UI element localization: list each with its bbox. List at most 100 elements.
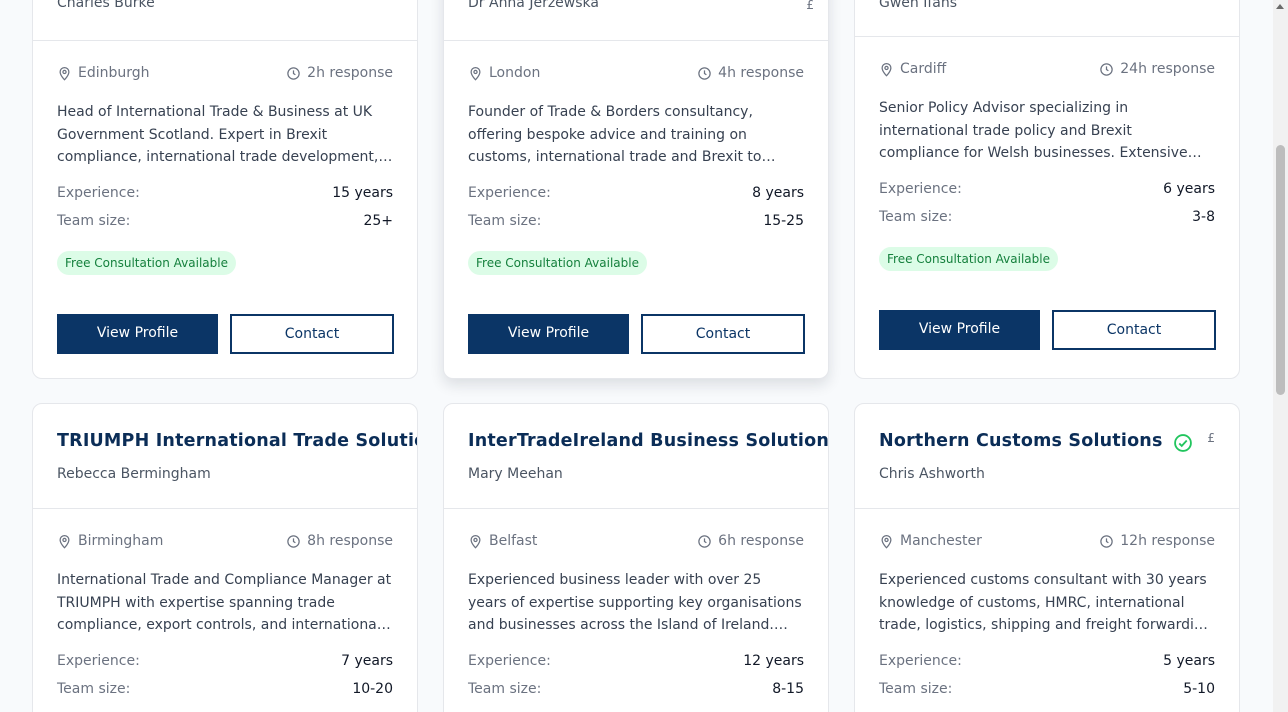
experience-label: Experience: [879,653,962,669]
consultant-card: InterTradeIreland Business Solutions Mar… [443,403,829,712]
contact-button[interactable]: Contact [230,314,394,354]
experience-label: Experience: [57,185,140,201]
company-title[interactable]: InterTradeIreland Business Solutions [468,431,828,451]
contact-button[interactable]: Contact [1052,310,1216,350]
contact-name: Chris Ashworth [879,466,985,482]
experience-row: Experience: 15 years [57,185,393,205]
map-pin-icon [59,534,70,549]
location: London [468,65,540,81]
contact-name: Rebecca Bermingham [57,466,211,482]
card-meta: Birmingham 8h response [57,533,393,553]
experience-row: Experience: 6 years [879,181,1215,201]
scroll-up-arrow-icon[interactable] [1276,4,1284,9]
price-indicator: £ [806,0,814,12]
location-text: Birmingham [78,533,164,549]
contact-name: Gwen Ifans [879,0,958,11]
team-size-label: Team size: [468,213,542,229]
experience-row: Experience: 12 years [468,653,804,673]
contact-name: Charles Burke [57,0,155,11]
experience-label: Experience: [468,185,551,201]
experience-value: 5 years [1163,653,1215,669]
view-profile-button[interactable]: View Profile [57,314,218,354]
location: Cardiff [879,61,946,77]
experience-value: 7 years [341,653,393,669]
contact-name: Mary Meehan [468,466,563,482]
response-text: 4h response [718,65,804,81]
map-pin-icon [470,534,481,549]
card-header: Dr Anna Jerzewska £ [444,0,828,41]
clock-icon [287,66,300,80]
card-meta: Manchester 12h response [879,533,1215,553]
response-text: 12h response [1120,533,1215,549]
card-meta: London 4h response [468,65,804,85]
consultant-card: Gwen Ifans Cardiff 24h response Senior P… [854,0,1240,379]
response-text: 24h response [1120,61,1215,77]
team-size-value: 5-10 [1183,681,1215,697]
experience-row: Experience: 7 years [57,653,393,673]
card-meta: Belfast 6h response [468,533,804,553]
consultant-card: Dr Anna Jerzewska £ London 4h response F… [443,0,829,379]
response-text: 8h response [307,533,393,549]
experience-value: 6 years [1163,181,1215,197]
response-text: 6h response [718,533,804,549]
contact-name: Dr Anna Jerzewska [468,0,599,11]
clock-icon [287,534,300,548]
response-time: 12h response [1099,533,1215,549]
experience-row: Experience: 5 years [879,653,1215,673]
team-size-label: Team size: [57,681,131,697]
card-description: Head of International Trade & Business a… [57,104,379,165]
location: Manchester [879,533,982,549]
team-size-row: Team size: 3-8 [879,209,1215,229]
consultant-card: Charles Burke Edinburgh 2h response Head… [32,0,418,379]
response-text: 2h response [307,65,393,81]
card-description: Experienced business leader with over 25… [468,572,802,633]
check-circle-icon [1174,434,1192,452]
location: Birmingham [57,533,163,549]
map-pin-icon [59,66,70,81]
map-pin-icon [881,62,892,77]
free-consultation-badge: Free Consultation Available [468,251,647,275]
team-size-label: Team size: [879,681,953,697]
company-title[interactable]: Northern Customs Solutions [879,431,1163,451]
clock-icon [698,66,711,80]
team-size-label: Team size: [879,209,953,225]
location-text: Edinburgh [78,65,150,81]
free-consultation-badge: Free Consultation Available [879,247,1058,271]
response-time: 6h response [697,533,804,549]
card-header: TRIUMPH International Trade Solutions Re… [33,404,417,509]
experience-label: Experience: [879,181,962,197]
experience-row: Experience: 8 years [468,185,804,205]
team-size-label: Team size: [57,213,131,229]
clock-icon [1100,534,1114,548]
vertical-scrollbar[interactable] [1273,0,1288,712]
company-title[interactable]: TRIUMPH International Trade Solutions [57,431,417,451]
price-indicator: £ [1207,431,1215,445]
experience-value: 12 years [743,653,804,669]
team-size-value: 10-20 [352,681,393,697]
team-size-row: Team size: 10-20 [57,681,393,701]
view-profile-button[interactable]: View Profile [879,310,1040,350]
location: Edinburgh [57,65,150,81]
clock-icon [1100,62,1114,76]
location: Belfast [468,533,537,549]
experience-value: 8 years [752,185,804,201]
response-time: 4h response [697,65,804,81]
consultant-card: TRIUMPH International Trade Solutions Re… [32,403,418,712]
card-header: InterTradeIreland Business Solutions Mar… [444,404,828,509]
team-size-value: 15-25 [763,213,804,229]
team-size-row: Team size: 25+ [57,213,393,233]
view-profile-button[interactable]: View Profile [468,314,629,354]
team-size-value: 25+ [363,213,393,229]
contact-button[interactable]: Contact [641,314,805,354]
location-text: London [489,65,541,81]
card-description: Founder of Trade & Borders consultancy, … [468,104,762,165]
card-header: Northern Customs Solutions £ Chris Ashwo… [855,404,1239,509]
experience-label: Experience: [468,653,551,669]
card-description: Experienced customs consultant with 30 y… [879,572,1212,633]
scrollbar-thumb[interactable] [1276,145,1285,395]
experience-value: 15 years [332,185,393,201]
free-consultation-badge: Free Consultation Available [57,251,236,275]
location-text: Cardiff [900,61,947,77]
card-meta: Cardiff 24h response [879,61,1215,81]
card-header: Charles Burke [33,0,417,41]
